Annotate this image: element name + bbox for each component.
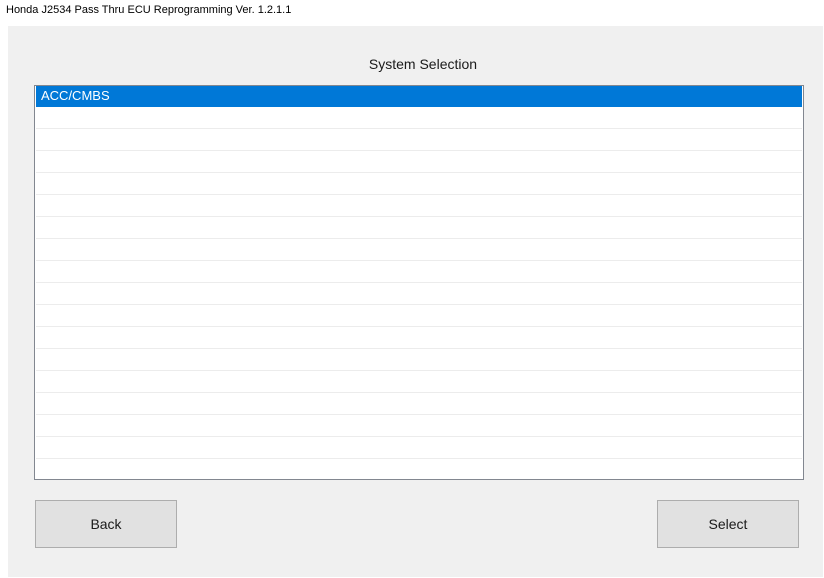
list-row-empty	[36, 350, 802, 371]
title-bar: Honda J2534 Pass Thru ECU Reprogramming …	[0, 0, 824, 24]
list-row-empty	[36, 262, 802, 283]
list-row-empty	[36, 174, 802, 195]
select-button[interactable]: Select	[657, 500, 799, 548]
window-title: Honda J2534 Pass Thru ECU Reprogramming …	[6, 4, 292, 16]
page-title: System Selection	[368, 56, 478, 72]
list-item[interactable]: ACC/CMBS	[36, 86, 802, 107]
list-row-empty	[36, 196, 802, 217]
back-button[interactable]: Back	[35, 500, 177, 548]
list-row-empty	[36, 372, 802, 393]
list-row-empty	[36, 240, 802, 261]
list-row-empty	[36, 460, 802, 479]
list-row-empty	[36, 328, 802, 349]
system-listbox[interactable]: ACC/CMBS	[34, 85, 804, 480]
list-row-empty	[36, 306, 802, 327]
list-row-empty	[36, 218, 802, 239]
list-row-empty	[36, 394, 802, 415]
list-row-empty	[36, 108, 802, 129]
list-row-empty	[36, 130, 802, 151]
list-row-empty	[36, 284, 802, 305]
window-body: System Selection ACC/CMBS Back Select	[8, 26, 823, 577]
list-row-empty	[36, 438, 802, 459]
list-row-empty	[36, 416, 802, 437]
list-row-empty	[36, 152, 802, 173]
